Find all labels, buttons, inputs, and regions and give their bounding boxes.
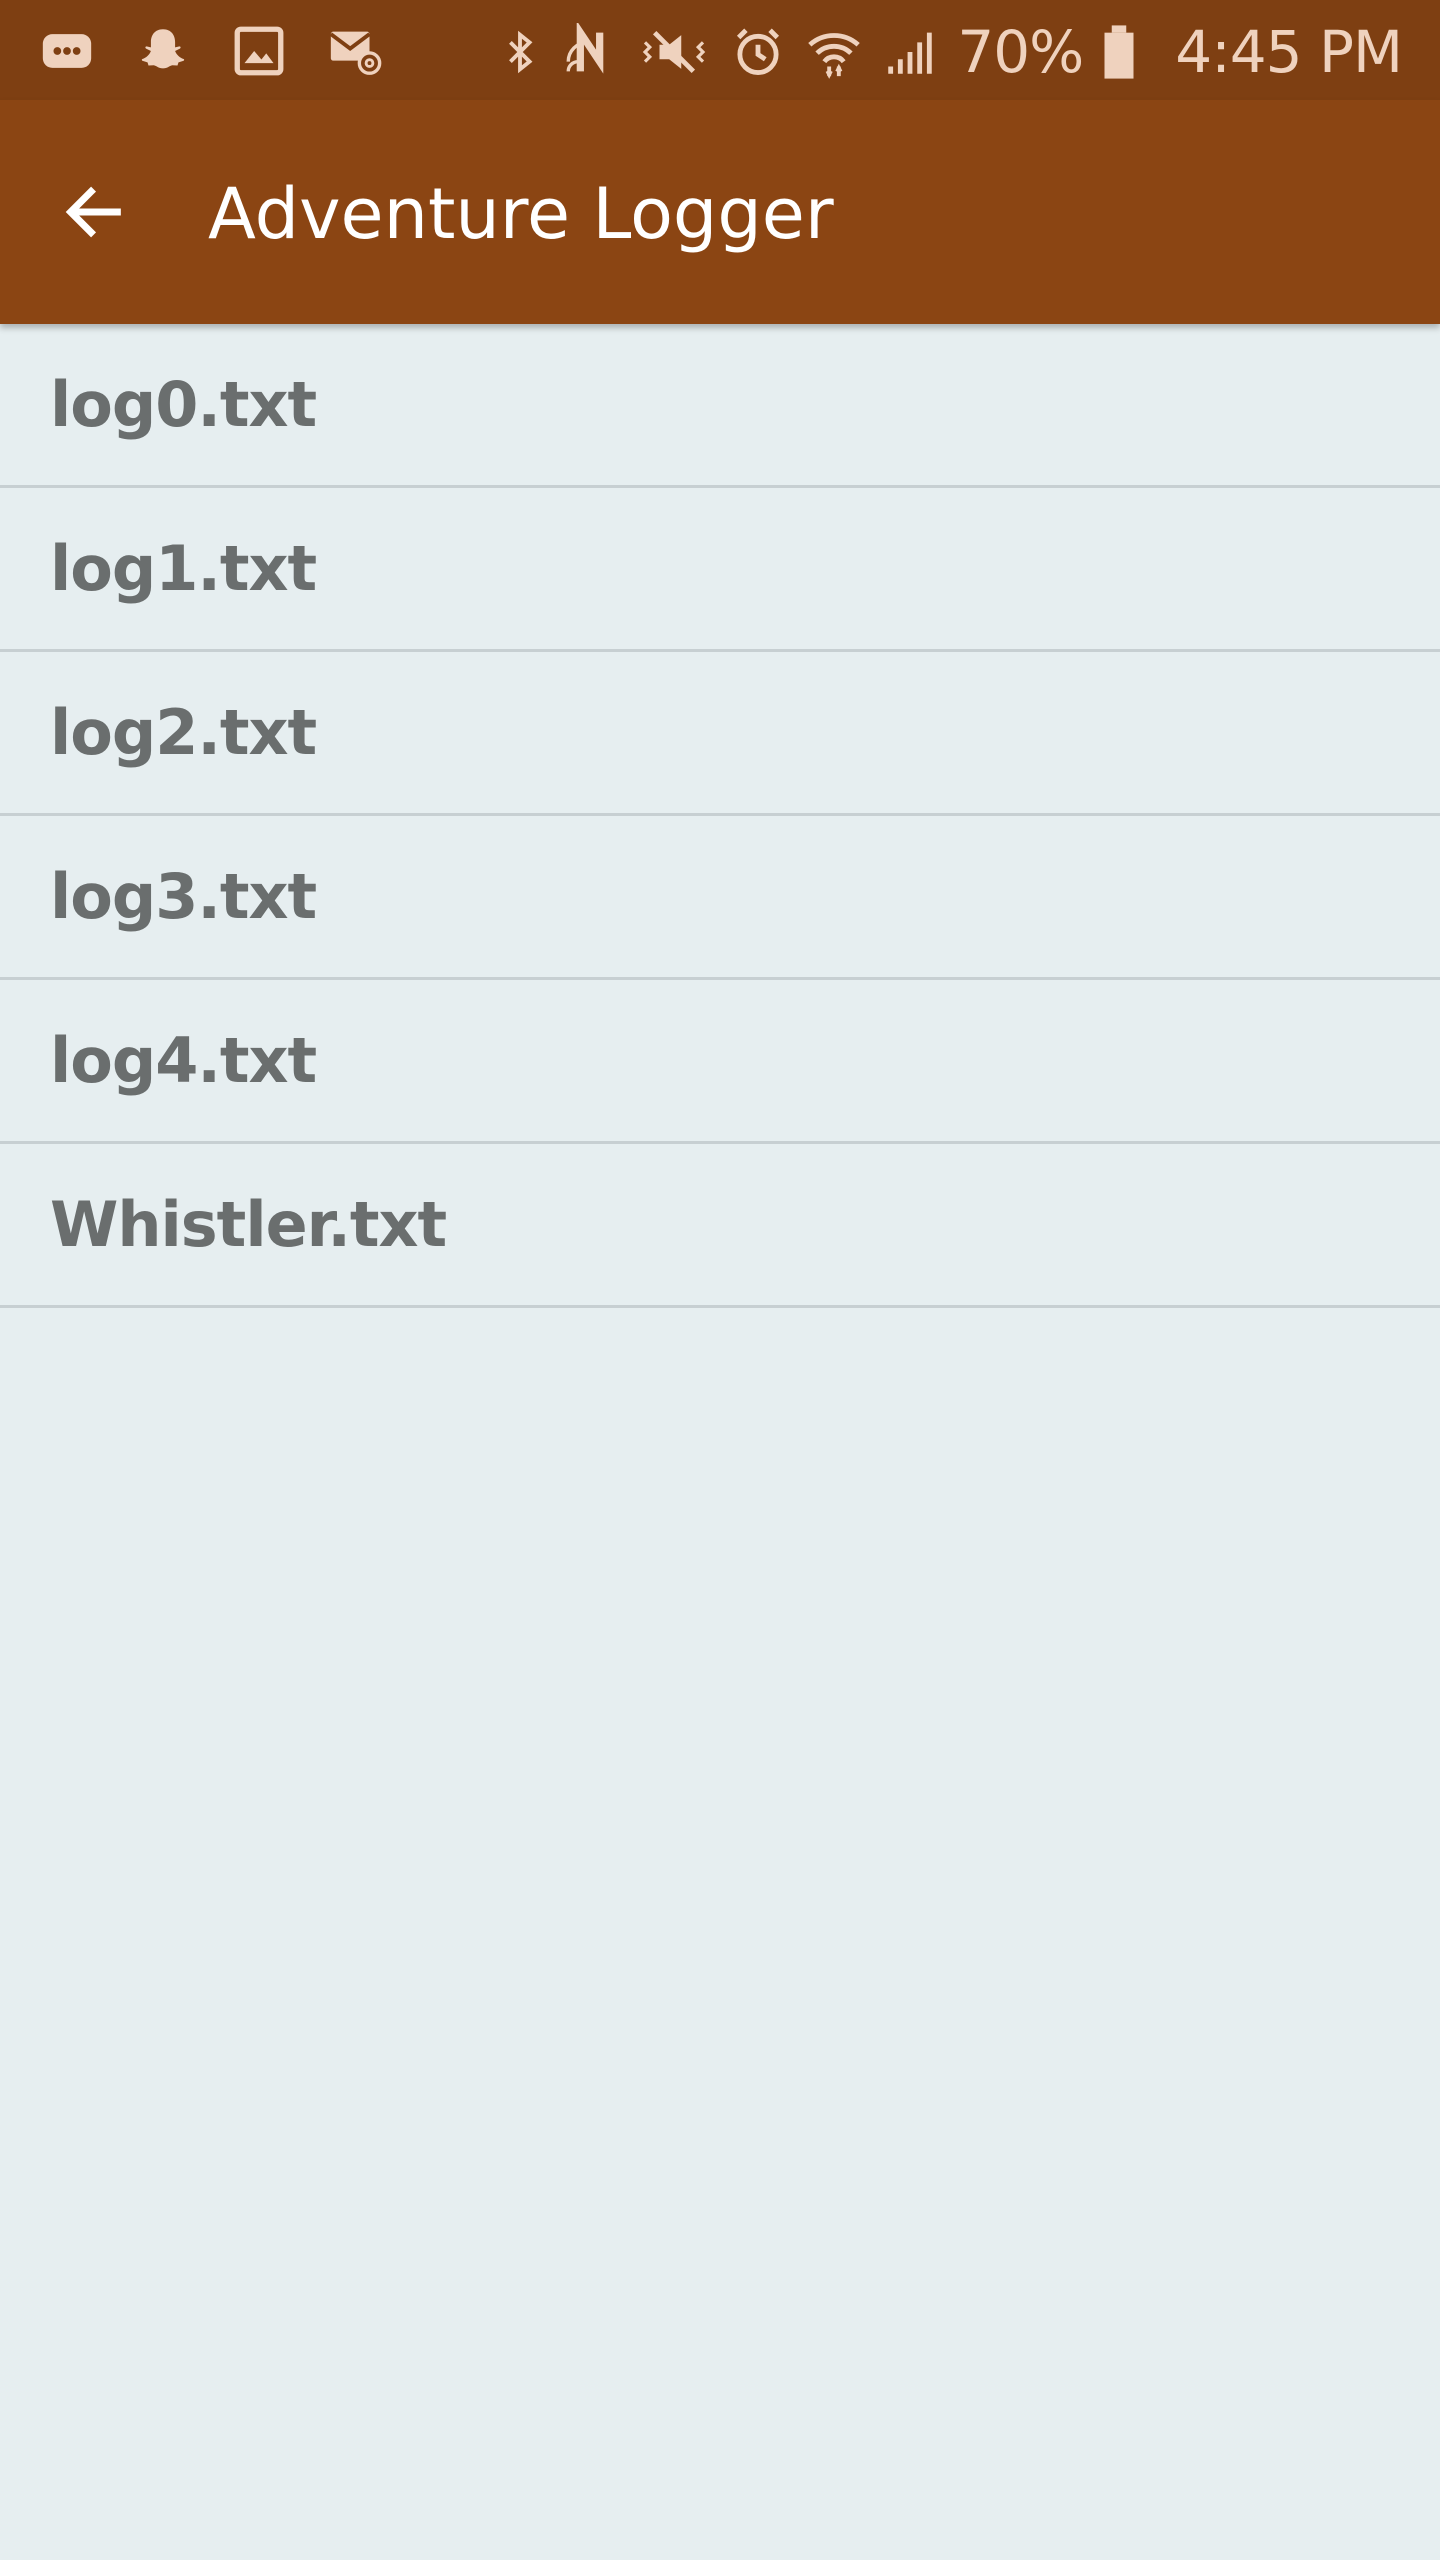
file-name: log2.txt [50,696,317,769]
wifi-icon [805,23,863,81]
battery-icon [1101,23,1137,81]
bluetooth-icon [497,23,543,81]
app-title: Adventure Logger [208,173,834,255]
list-item[interactable]: log4.txt [0,980,1440,1144]
file-name: Whistler.txt [50,1188,447,1261]
file-name: log0.txt [50,368,317,441]
file-name: log3.txt [50,860,317,933]
list-item[interactable]: log0.txt [0,324,1440,488]
file-name: log4.txt [50,1024,317,1097]
notification-icons [38,22,384,80]
message-icon [38,22,96,80]
back-button[interactable] [46,164,142,260]
file-list: log0.txt log1.txt log2.txt log3.txt log4… [0,324,1440,1308]
list-item[interactable]: log2.txt [0,652,1440,816]
gallery-icon [230,22,288,80]
app-bar: Adventure Logger [0,100,1440,324]
arrow-back-icon [65,186,121,238]
email-icon [326,22,384,80]
file-name: log1.txt [50,532,317,605]
signal-icon [881,23,939,81]
clock: 4:45 PM [1175,18,1403,86]
nfc-icon [561,23,619,81]
list-item[interactable]: log1.txt [0,488,1440,652]
snapchat-icon [134,22,192,80]
system-status: 70% 4:45 PM [497,12,1403,92]
mute-icon [637,23,711,81]
list-item[interactable]: Whistler.txt [0,1144,1440,1308]
status-bar: 70% 4:45 PM [0,0,1440,100]
alarm-icon [729,23,787,81]
battery-percent: 70% [957,18,1084,86]
list-item[interactable]: log3.txt [0,816,1440,980]
